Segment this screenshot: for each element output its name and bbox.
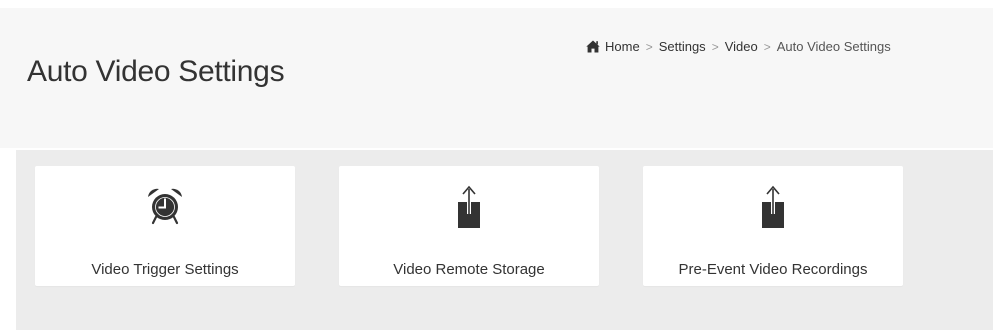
breadcrumb-current: Auto Video Settings	[776, 39, 891, 54]
home-icon[interactable]	[586, 40, 600, 53]
page-title: Auto Video Settings	[27, 55, 285, 88]
tile-label: Video Trigger Settings	[91, 261, 239, 278]
breadcrumb-settings[interactable]: Settings	[659, 39, 706, 54]
video-remote-storage-tile[interactable]: Video Remote Storage	[339, 166, 599, 286]
breadcrumb: Home > Settings > Video > Auto Video Set…	[586, 39, 993, 54]
breadcrumb-separator: >	[645, 39, 653, 54]
upload-icon	[751, 184, 795, 228]
upload-icon	[447, 184, 491, 228]
tile-label: Video Remote Storage	[393, 261, 545, 278]
video-trigger-settings-tile[interactable]: Video Trigger Settings	[35, 166, 295, 286]
breadcrumb-separator: >	[711, 39, 719, 54]
tile-label: Pre-Event Video Recordings	[678, 261, 868, 278]
breadcrumb-video[interactable]: Video	[725, 39, 758, 54]
breadcrumb-separator: >	[763, 39, 771, 54]
alarm-clock-icon	[143, 184, 187, 228]
breadcrumb-home[interactable]: Home	[605, 39, 640, 54]
page: Auto Video Settings Home > Settings > Vi…	[0, 0, 993, 331]
pre-event-video-recordings-tile[interactable]: Pre-Event Video Recordings	[643, 166, 903, 286]
